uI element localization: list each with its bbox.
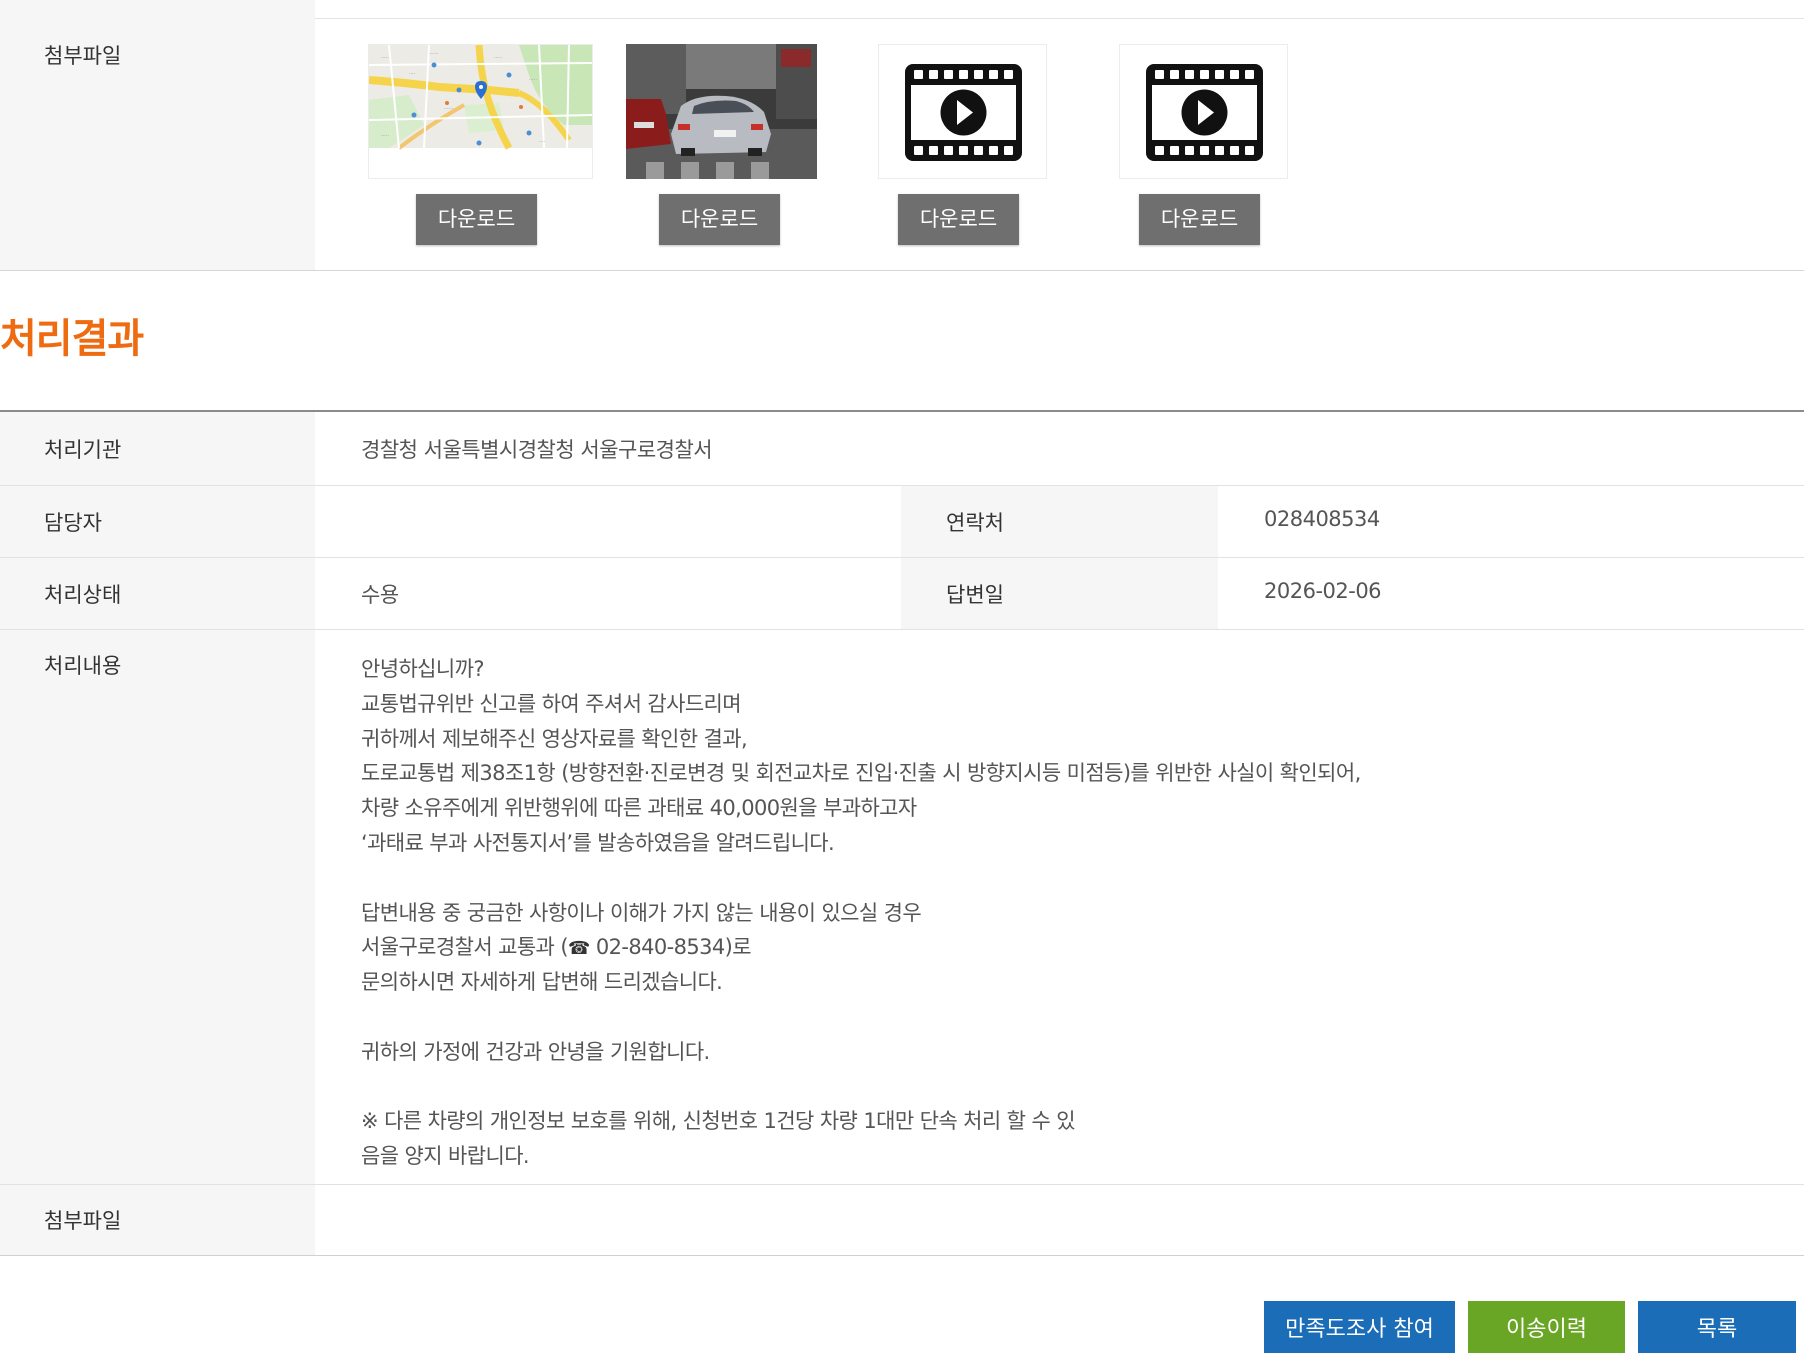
survey-button[interactable]: 만족도조사 참여 xyxy=(1264,1301,1455,1353)
list-button[interactable]: 목록 xyxy=(1638,1301,1796,1353)
attachment-item-video: 다운로드 xyxy=(1119,44,1344,245)
download-button[interactable]: 다운로드 xyxy=(898,194,1019,245)
attachment-label: 첨부파일 xyxy=(44,1209,122,1233)
content-line: 음을 양지 바랍니다. xyxy=(361,1144,530,1169)
attachment-row: 첨부파일 ····· ······ ····· ···· ····· ·····… xyxy=(0,0,1804,271)
content-line: ‘과태료 부과 사전통지서’를 발송하였음을 알려드립니다. xyxy=(361,830,835,855)
video-thumbnail[interactable] xyxy=(878,44,1047,179)
map-image: ··········· ········· ··········· ······… xyxy=(369,45,592,178)
org-label: 처리기관 xyxy=(44,438,122,462)
map-thumbnail[interactable]: ····· ······ ····· ···· ····· ······ ···· ··… xyxy=(368,44,593,179)
svg-text:·····: ····· xyxy=(381,133,389,139)
svg-text:····: ···· xyxy=(409,71,416,77)
content-line xyxy=(361,861,1361,896)
content-line: 문의하시면 자세하게 답변해 드리겠습니다. xyxy=(361,970,723,995)
svg-text:·····: ····· xyxy=(381,55,389,61)
content-line: 차량 소유주에게 위반행위에 따른 과태료 40,000원을 부과하고자 xyxy=(361,796,917,821)
phone-icon: ☎ xyxy=(567,938,590,960)
table-row-attachment: 첨부파일 xyxy=(0,1185,1804,1256)
attachment-item-video: 다운로드 xyxy=(878,44,1103,245)
divider xyxy=(315,18,1804,19)
svg-text:·····: ····· xyxy=(494,55,502,61)
table-row-status: 처리상태 수용 답변일 2026-02-06 xyxy=(0,558,1804,630)
contact-label: 연락처 xyxy=(946,511,1004,535)
content-line-phone: 서울구로경찰서 교통과 (☎ 02-840-8534)로 xyxy=(361,930,1361,965)
photo-image xyxy=(626,44,817,179)
table-row-org: 처리기관 경찰청 서울특별시경찰청 서울구로경찰서 xyxy=(0,412,1804,486)
video-thumbnail[interactable] xyxy=(1119,44,1288,179)
phone-number: 02-840-8534)로 xyxy=(589,935,752,960)
photo-thumbnail[interactable] xyxy=(626,44,817,179)
content-line: 귀하의 가정에 건강과 안녕을 기원합니다. xyxy=(361,1039,710,1064)
film-play-icon xyxy=(905,64,1022,161)
contact-value: 028408534 xyxy=(1264,507,1380,531)
content-body: 안녕하십니까? 교통법규위반 신고를 하여 주셔서 감사드리며 귀하께서 제보해… xyxy=(361,652,1361,1174)
table-row-manager: 담당자 연락처 028408534 xyxy=(0,486,1804,558)
content-line: 교통법규위반 신고를 하여 주셔서 감사드리며 xyxy=(361,691,742,716)
content-line: 서울구로경찰서 교통과 ( xyxy=(361,935,569,960)
download-button[interactable]: 다운로드 xyxy=(659,194,780,245)
status-value: 수용 xyxy=(361,583,399,607)
header-cell: 담당자 xyxy=(0,486,315,557)
attachment-header-cell: 첨부파일 xyxy=(0,0,315,270)
answer-date-label: 답변일 xyxy=(946,583,1004,607)
status-label: 처리상태 xyxy=(44,583,122,607)
svg-text:····: ···· xyxy=(539,139,546,145)
content-line: 귀하께서 제보해주신 영상자료를 확인한 결과, xyxy=(361,726,748,751)
transfer-history-button[interactable]: 이송이력 xyxy=(1468,1301,1625,1353)
content-line: 답변내용 중 궁금한 사항이나 이해가 가지 않는 내용이 있으실 경우 xyxy=(361,900,922,925)
content-line: 도로교통법 제38조1항 (방향전환·진로변경 및 회전교차로 진입·진출 시 … xyxy=(361,761,1361,786)
section-title: 처리결과 xyxy=(0,316,144,362)
content-line: ※ 다른 차량의 개인정보 보호를 위해, 신청번호 1건당 차량 1대만 단속… xyxy=(361,1109,1076,1134)
attachment-item-map: ····· ······ ····· ···· ····· ······ ···· ··… xyxy=(368,44,593,245)
download-button[interactable]: 다운로드 xyxy=(1139,194,1260,245)
svg-text:······: ······ xyxy=(444,106,454,112)
table-row-content: 처리내용 안녕하십니까? 교통법규위반 신고를 하여 주셔서 감사드리며 귀하께… xyxy=(0,630,1804,1185)
film-play-icon xyxy=(1146,64,1263,161)
attachment-item-photo: 다운로드 xyxy=(626,44,851,245)
attachment-label: 첨부파일 xyxy=(44,44,122,68)
org-value: 경찰청 서울특별시경찰청 서울구로경찰서 xyxy=(361,438,713,462)
content-line xyxy=(361,1070,1361,1105)
page: 첨부파일 ····· ······ ····· ···· ····· ·····… xyxy=(0,0,1804,1365)
svg-text:·····: ····· xyxy=(529,77,537,83)
answer-date-value: 2026-02-06 xyxy=(1264,579,1382,603)
content-label: 처리내용 xyxy=(44,654,122,678)
header-cell: 처리내용 xyxy=(0,630,315,1184)
download-button[interactable]: 다운로드 xyxy=(416,194,537,245)
header-cell: 처리상태 xyxy=(0,558,315,629)
header-cell: 첨부파일 xyxy=(0,1185,315,1255)
manager-label: 담당자 xyxy=(44,511,102,535)
content-line: 안녕하십니까? xyxy=(361,657,484,681)
header-cell: 처리기관 xyxy=(0,412,315,485)
svg-text:······: ······ xyxy=(429,51,439,57)
content-line xyxy=(361,1000,1361,1035)
